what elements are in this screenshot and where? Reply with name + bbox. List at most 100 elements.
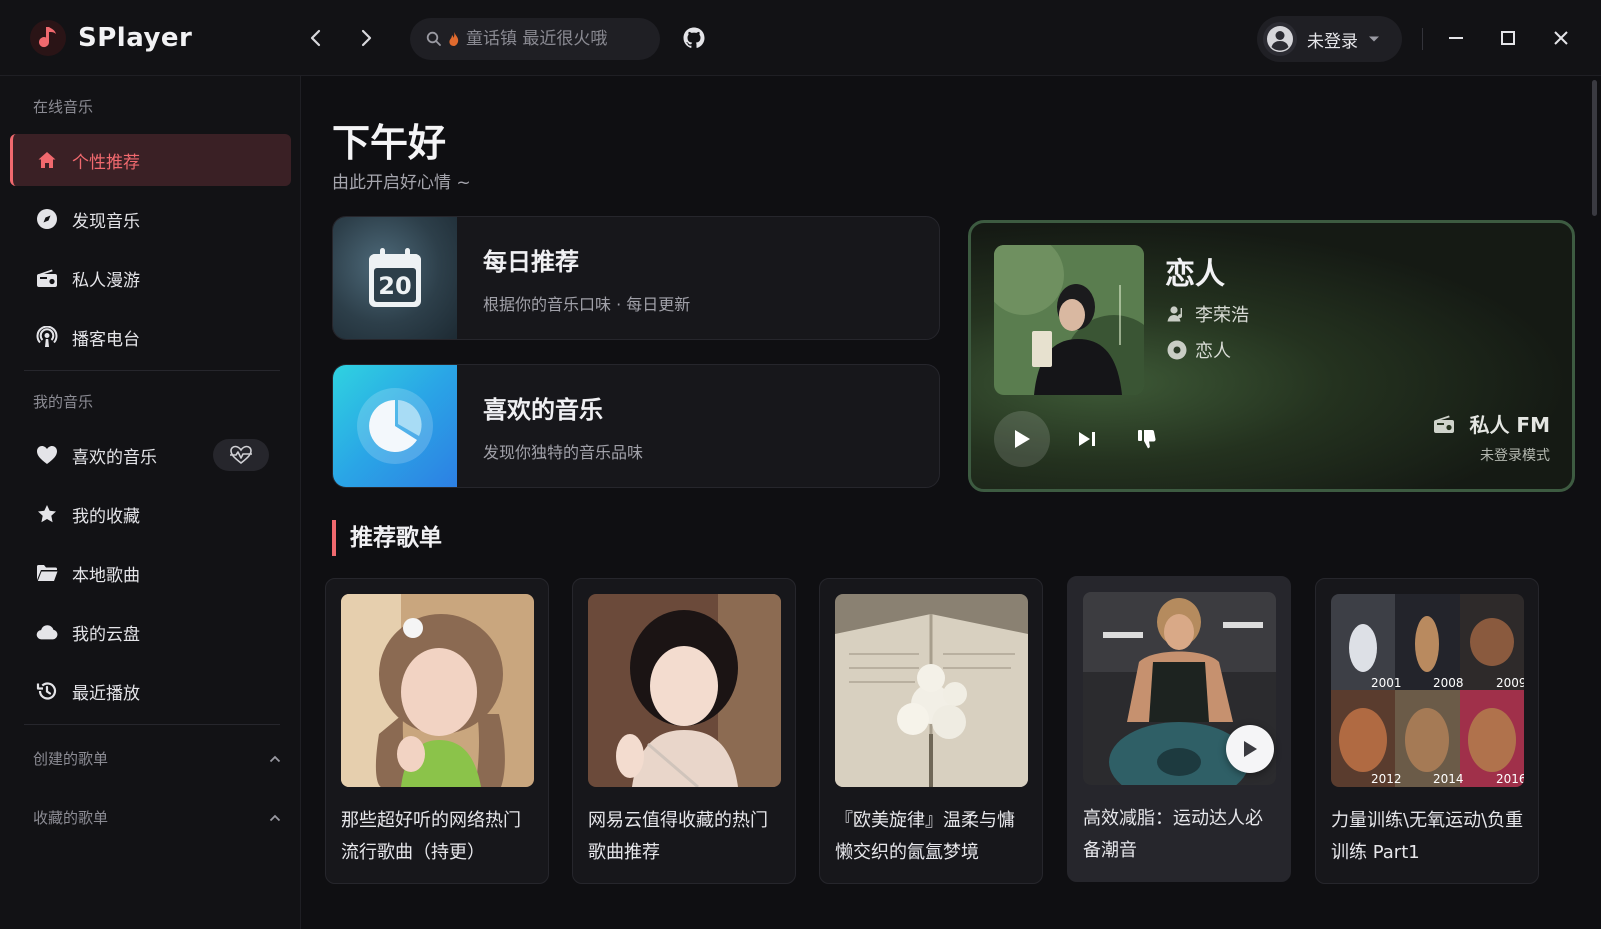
sidebar-item-label: 本地歌曲 <box>72 565 140 586</box>
user-menu[interactable]: 未登录 <box>1257 16 1402 62</box>
caret-down-icon <box>1369 36 1379 42</box>
daily-recommend-card[interactable]: 20 每日推荐 根据你的音乐口味 · 每日更新 <box>332 216 940 340</box>
created-playlists-toggle[interactable]: 创建的歌单 <box>33 748 281 769</box>
fm-mode-text: 未登录模式 <box>1480 448 1550 464</box>
collected-playlists-toggle[interactable]: 收藏的歌单 <box>33 807 281 828</box>
collage-year: 2012 <box>1371 772 1402 786</box>
sidebar-item-label: 喜欢的音乐 <box>72 447 157 468</box>
sidebar-item-recommend[interactable]: 个性推荐 <box>10 134 291 186</box>
home-icon <box>36 149 58 171</box>
minimize-button[interactable] <box>1440 22 1472 54</box>
sidebar-item-label: 个性推荐 <box>72 152 140 173</box>
maximize-button[interactable] <box>1492 22 1524 54</box>
title-bar: SPlayer 未登录 <box>0 0 1601 76</box>
playlist-cover <box>588 594 781 787</box>
forward-button[interactable] <box>350 22 382 54</box>
back-icon <box>310 29 321 47</box>
playlist-name: 力量训练\无氧运动\负重训练 Part1 <box>1331 810 1524 863</box>
thumbs-down-icon <box>1138 429 1156 449</box>
skip-next-icon <box>1079 432 1095 446</box>
playlist-card[interactable]: 网易云值得收藏的热门歌曲推荐 <box>572 578 796 884</box>
fm-play-button[interactable] <box>994 411 1050 467</box>
playlist-card[interactable]: 2001 2008 2009 2012 2014 2016 力量训练\无氧运动\… <box>1315 578 1539 884</box>
cloud-icon <box>36 621 58 643</box>
artist-icon <box>1167 306 1183 322</box>
daily-thumb: 20 <box>333 217 457 339</box>
calendar-icon: 20 <box>366 246 424 310</box>
album-icon <box>1167 340 1187 360</box>
playlist-name: 网易云值得收藏的热门歌曲推荐 <box>588 810 768 863</box>
playlist-card[interactable]: 那些超好听的网络热门流行歌曲（持更） <box>325 578 549 884</box>
playlist-play-button[interactable] <box>1226 725 1274 773</box>
star-icon <box>36 503 58 525</box>
sidebar-item-roaming[interactable]: 私人漫游 <box>10 252 291 304</box>
github-button[interactable] <box>680 24 708 52</box>
fm-dislike-button[interactable] <box>1131 423 1163 455</box>
fm-artist[interactable]: 李荣浩 <box>1167 301 1249 327</box>
playlist-cover: 2001 2008 2009 2012 2014 2016 <box>1331 594 1524 787</box>
page-title: 下午好 <box>332 121 447 165</box>
sidebar-item-label: 我的云盘 <box>72 624 140 645</box>
playlist-name: 那些超好听的网络热门流行歌曲（持更） <box>341 810 521 863</box>
sidebar-item-discover[interactable]: 发现音乐 <box>10 193 291 245</box>
heartbeat-mode-button[interactable] <box>213 439 269 471</box>
page-subtitle: 由此开启好心情 ~ <box>332 173 471 193</box>
heartbeat-icon <box>230 445 252 465</box>
sidebar-item-recent[interactable]: 最近播放 <box>10 665 291 717</box>
fm-album-name: 恋人 <box>1195 341 1231 362</box>
sidebar-item-label: 发现音乐 <box>72 211 140 232</box>
collage-year: 2014 <box>1433 772 1464 786</box>
close-button[interactable] <box>1545 22 1577 54</box>
fire-icon <box>449 32 459 46</box>
sidebar-item-favorites[interactable]: 我的收藏 <box>10 488 291 540</box>
brand: SPlayer <box>30 20 192 56</box>
sidebar-item-podcast[interactable]: 播客电台 <box>10 311 291 363</box>
playlist-cover <box>835 594 1028 787</box>
heart-icon <box>36 444 58 466</box>
search-input[interactable] <box>466 29 646 49</box>
fm-album-cover[interactable] <box>994 245 1144 395</box>
collage-year: 2016 <box>1496 772 1524 786</box>
play-icon <box>1015 430 1030 448</box>
collage-year: 2001 <box>1371 676 1402 690</box>
sidebar-group-my-music: 我的音乐 <box>33 393 94 411</box>
playlist-card[interactable]: 『欧美旋律』温柔与慵懒交织的氤氲梦境 <box>819 578 1043 884</box>
calendar-day: 20 <box>378 272 412 300</box>
collage-year: 2008 <box>1433 676 1464 690</box>
fm-label: 私人 FM <box>1433 409 1550 438</box>
avatar <box>1263 22 1297 56</box>
sidebar-item-cloud[interactable]: 我的云盘 <box>10 606 291 658</box>
main-scrollbar[interactable] <box>1592 80 1597 216</box>
sidebar-group-online: 在线音乐 <box>33 98 94 116</box>
podcast-icon <box>36 326 58 348</box>
sidebar-item-liked[interactable]: 喜欢的音乐 <box>10 429 291 481</box>
history-icon <box>36 680 58 702</box>
chevron-up-icon <box>269 755 281 762</box>
created-playlists-label: 创建的歌单 <box>33 750 109 768</box>
daily-desc: 根据你的音乐口味 · 每日更新 <box>483 294 691 314</box>
liked-thumb <box>333 365 457 487</box>
private-fm-card: 恋人 李荣浩 恋人 私人 FM 未登录模式 <box>968 220 1575 492</box>
search-icon <box>426 31 441 46</box>
playlist-name: 高效减脂：运动达人必备潮音 <box>1083 808 1263 861</box>
sidebar-divider <box>24 370 280 371</box>
close-icon <box>1554 31 1568 45</box>
chevron-up-icon <box>269 814 281 821</box>
fm-artist-name: 李荣浩 <box>1195 305 1249 326</box>
sidebar-item-label: 最近播放 <box>72 683 140 704</box>
sidebar: 在线音乐 个性推荐 发现音乐 私人漫游 播客电台 我的音乐 喜欢的音乐 我的收藏… <box>0 76 301 929</box>
search-box[interactable] <box>410 18 660 60</box>
sidebar-item-local[interactable]: 本地歌曲 <box>10 547 291 599</box>
liked-music-card[interactable]: 喜欢的音乐 发现你独特的音乐品味 <box>332 364 940 488</box>
fm-album[interactable]: 恋人 <box>1167 337 1231 363</box>
folder-icon <box>36 562 58 584</box>
playlist-card[interactable]: 高效减脂：运动达人必备潮音 <box>1067 576 1291 882</box>
window-controls-divider <box>1422 28 1423 50</box>
user-name: 未登录 <box>1307 31 1358 52</box>
fm-label-text: 私人 FM <box>1469 413 1550 437</box>
back-button[interactable] <box>300 22 332 54</box>
liked-title: 喜欢的音乐 <box>483 395 603 424</box>
fm-next-button[interactable] <box>1071 423 1103 455</box>
section-title-recommended-playlists: 推荐歌单 <box>332 520 442 556</box>
maximize-icon <box>1501 31 1515 45</box>
